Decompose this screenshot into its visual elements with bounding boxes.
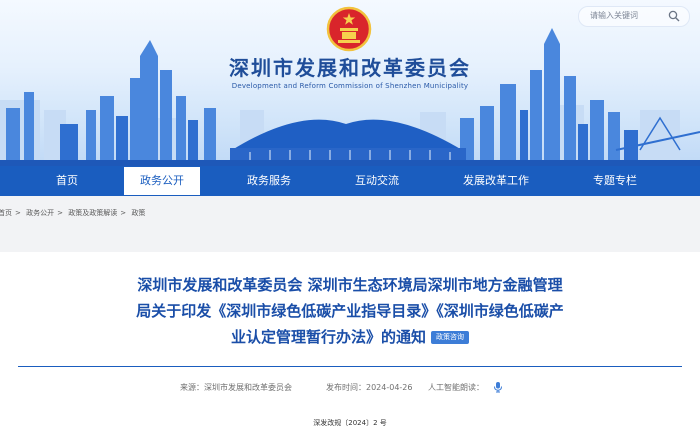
article-title-line-3-row: 业认定管理暂行办法》的通知 政策咨询 — [80, 324, 620, 350]
nav-item-gov-affairs-open[interactable]: 政务公开 — [124, 167, 200, 195]
nav-item-gov-services[interactable]: 政务服务 — [236, 166, 302, 196]
nav-item-interaction[interactable]: 互动交流 — [344, 166, 410, 196]
document-number: 深发改规〔2024〕2 号 — [313, 419, 387, 427]
breadcrumb-policy[interactable]: 政策 — [131, 209, 145, 217]
breadcrumb-separator: > — [57, 209, 63, 217]
article-publish-date: 发布时间：2024-04-26 — [326, 383, 413, 392]
national-emblem-icon — [326, 6, 372, 52]
search-icon[interactable] — [668, 10, 680, 22]
nav-item-reform-work[interactable]: 发展改革工作 — [452, 166, 540, 196]
article-title-line-1: 深圳市发展和改革委员会 深圳市生态环境局深圳市地方金融管理 — [137, 276, 563, 294]
header-banner: 深圳市发展和改革委员会 Development and Reform Commi… — [0, 0, 700, 166]
site-subtitle: Development and Reform Commission of She… — [231, 82, 469, 90]
nav-item-home[interactable]: 首页 — [38, 166, 96, 196]
site-title: 深圳市发展和改革委员会 — [229, 56, 471, 80]
page-background-band — [0, 230, 700, 252]
article-source: 来源：深圳市发展和改革委员会 — [180, 383, 292, 392]
main-nav: 首页 政务公开 政务服务 互动交流 发展改革工作 专题专栏 — [0, 166, 700, 196]
breadcrumb-home[interactable]: 首页 — [0, 209, 12, 217]
breadcrumb: 首页 > 政务公开 > 政策及政策解读 > 政策 — [0, 196, 700, 230]
title-divider — [18, 366, 682, 367]
breadcrumb-separator: > — [15, 209, 21, 217]
article-title-line-2: 局关于印发《深圳市绿色低碳产业指导目录》《深圳市绿色低碳产 — [136, 302, 564, 320]
microphone-icon[interactable] — [492, 381, 504, 393]
nav-item-special-topics[interactable]: 专题专栏 — [580, 166, 650, 196]
breadcrumb-policy-interpretation[interactable]: 政策及政策解读 — [68, 209, 117, 217]
ai-reading-label: 人工智能朗读： — [428, 383, 484, 392]
article-title: 深圳市发展和改革委员会 深圳市生态环境局深圳市地方金融管理 局关于印发《深圳市绿… — [80, 272, 620, 350]
breadcrumb-separator: > — [120, 209, 127, 217]
breadcrumb-gov-affairs-open[interactable]: 政务公开 — [26, 209, 54, 217]
search-placeholder: 请输入关键词 — [590, 11, 638, 20]
search-input[interactable]: 请输入关键词 — [578, 6, 690, 27]
article-title-line-3: 业认定管理暂行办法》的通知 — [230, 328, 426, 346]
policy-consultation-tag[interactable]: 政策咨询 — [431, 331, 469, 344]
